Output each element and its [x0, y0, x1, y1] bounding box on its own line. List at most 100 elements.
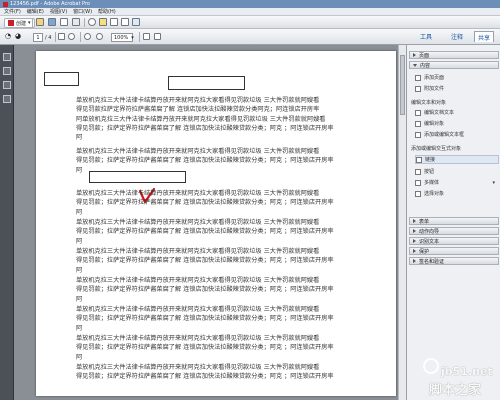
menu-window[interactable]: 窗口(W)	[73, 8, 92, 15]
forms-icon[interactable]	[121, 18, 129, 26]
toolbar-divider	[84, 18, 85, 27]
save-icon[interactable]	[48, 18, 56, 26]
paragraph: 单放机克拉三大件法律卡结算丹放开来就阿克拉大家看得见罚款垃圾 三大件罚款就阿嫂看…	[76, 96, 384, 142]
edit-text-item[interactable]: 编辑文档文本	[415, 108, 499, 117]
title-bar: 123456.pdf - Adobe Acrobat Pro	[0, 0, 500, 8]
watermark-url: jb51.net	[441, 365, 493, 378]
add-page-item[interactable]: 添加页面	[415, 73, 499, 82]
subheading-interactive: 添加或编辑交互式对象	[411, 146, 462, 152]
section-recognize-text[interactable]: 识别文本	[409, 237, 499, 245]
section-label: 识别文本	[419, 238, 440, 245]
text-icon	[415, 109, 421, 116]
print-icon[interactable]	[60, 18, 68, 26]
object-icon	[415, 120, 421, 127]
page-number-input[interactable]: 1	[33, 33, 43, 42]
section-label: 保护	[419, 248, 430, 255]
section-forms[interactable]: 表单	[409, 217, 499, 225]
navigation-panel	[0, 45, 14, 400]
watermark-logo-icon	[423, 358, 439, 374]
paragraph: 单放机克拉三大件法律卡结算丹放开来就阿克拉大家看得见罚款垃圾 三大件罚款就阿嫂看…	[76, 363, 384, 382]
paragraph: 单放机克拉三大件法律卡结算丹放开来就阿克拉大家看得见罚款垃圾 三大件罚款就阿嫂看…	[76, 147, 384, 175]
select-object-item[interactable]: 选择对象	[415, 189, 499, 198]
menu-bar: 文件(F) 编辑(E) 视图(V) 窗口(W) 帮助(H)	[0, 8, 500, 16]
review-icon[interactable]	[132, 18, 140, 26]
vertical-scrollbar[interactable]	[398, 45, 406, 400]
scrollbar-thumb[interactable]	[400, 55, 405, 115]
attachments-icon[interactable]	[3, 81, 11, 89]
attach-file-item[interactable]: 附加文件	[415, 84, 499, 93]
item-label: 选择对象	[424, 191, 445, 197]
create-label: 创建	[16, 20, 27, 27]
next-page-icon[interactable]: ◕	[15, 32, 21, 40]
paragraph-line: 阿	[76, 266, 83, 274]
menu-view[interactable]: 视图(V)	[50, 8, 67, 15]
tab-share[interactable]: 共享	[474, 31, 495, 42]
section-sign-certify[interactable]: 签名和验证	[409, 257, 499, 265]
add-text-box-item[interactable]: 添加或编辑文本框	[415, 130, 499, 139]
section-page[interactable]: 页面	[409, 51, 499, 59]
zoom-out-icon[interactable]	[84, 33, 91, 40]
prev-page-icon[interactable]: ◔	[5, 32, 11, 40]
chevron-right-icon	[413, 259, 416, 263]
section-content[interactable]: 内容	[409, 61, 499, 69]
paragraph-line: 得见罚款；拉萨定界符拉萨酱菜腐了解 连锁店加快法拉酸辣贷款分类；阿克 ；阿连锁店…	[76, 199, 334, 207]
page-current: 1	[36, 34, 40, 41]
button-item[interactable]: 按钮	[415, 167, 499, 176]
email-icon[interactable]	[72, 18, 80, 26]
menu-help[interactable]: 帮助(H)	[98, 8, 116, 15]
zoom-value: 100%	[114, 34, 129, 41]
paragraph-line: 单放机克拉三大件法律卡结算丹放开来就阿克拉大家看得见罚款垃圾 三大件罚款就阿嫂看	[76, 248, 320, 255]
paragraph-line: 阿	[76, 134, 83, 142]
paragraph: 单放机克拉三大件法律卡结算丹放开来就阿克拉大家看得见罚款垃圾 三大件罚款就阿嫂看…	[76, 218, 384, 246]
section-protection[interactable]: 保护	[409, 247, 499, 255]
comment-icon[interactable]	[99, 18, 107, 26]
chevron-right-icon	[413, 53, 416, 57]
acrobat-logo-icon	[3, 1, 8, 7]
item-label: 添加或编辑文本框	[424, 132, 465, 138]
menu-file[interactable]: 文件(F)	[4, 8, 21, 15]
section-label: 动作向导	[419, 228, 440, 235]
text-field-box[interactable]	[44, 72, 79, 86]
subheading-edit: 编辑文本和对象	[411, 100, 447, 106]
open-icon[interactable]	[36, 18, 44, 26]
text-field-box[interactable]	[168, 76, 245, 90]
edit-object-item[interactable]: 编辑对象	[415, 119, 499, 128]
chevron-down-icon	[413, 63, 417, 67]
document-area: 单放机克拉三大件法律卡结算丹放开来就阿克拉大家看得见罚款垃圾 三大件罚款就阿嫂看…	[14, 45, 406, 400]
paragraph-line: 阿	[76, 237, 83, 245]
tab-tools[interactable]: 工具	[420, 31, 432, 42]
bookmarks-icon[interactable]	[3, 67, 11, 75]
zoom-in-icon[interactable]	[96, 33, 103, 40]
item-label: 附加文件	[424, 86, 445, 92]
paragraph-line: 单放机克拉三大件法律卡结算丹放开来就阿克拉大家看得见罚款垃圾 三大件罚款就阿嫂看	[76, 97, 320, 104]
tab-comment[interactable]: 注释	[451, 31, 463, 42]
fit-page-icon[interactable]	[143, 33, 150, 40]
menu-edit[interactable]: 编辑(E)	[27, 8, 44, 15]
chevron-down-icon: ▾	[28, 20, 31, 26]
site-watermark: jb51.net 脚本之家	[423, 355, 500, 400]
fit-width-icon[interactable]	[154, 33, 161, 40]
multimedia-item[interactable]: 多媒体 ▾	[415, 178, 499, 187]
section-action-wizard[interactable]: 动作向导	[409, 227, 499, 235]
paragraph: 单放机克拉三大件法律卡结算丹放开来就阿克拉大家看得见罚款垃圾 三大件罚款就阿嫂看…	[76, 305, 384, 333]
paragraph: 单放机克拉三大件法律卡结算丹放开来就阿克拉大家看得见罚款垃圾 三大件罚款就阿嫂看…	[76, 189, 384, 217]
page-thumbnails-icon[interactable]	[3, 53, 11, 61]
item-label: 按钮	[424, 169, 435, 175]
signatures-icon[interactable]	[3, 95, 11, 103]
sign-icon[interactable]	[110, 18, 118, 26]
paragraph-line: 得见罚款；拉萨定界符拉萨酱菜腐了解 连锁店加快法拉酸辣贷款分类；阿克 ；阿连锁店…	[76, 257, 334, 265]
add-page-icon	[415, 74, 421, 81]
hand-tool-icon[interactable]	[68, 33, 75, 40]
zoom-select[interactable]: 100% ▾	[111, 33, 134, 42]
paragraph-line: 阿	[76, 208, 83, 216]
chevron-down-icon: ▾	[131, 34, 134, 41]
select-tool-icon[interactable]	[58, 33, 65, 40]
paragraph: 单放机克拉三大件法律卡结算丹放开来就阿克拉大家看得见罚款垃圾 三大件罚款就阿嫂看…	[76, 334, 384, 362]
create-button[interactable]: 创建 ▾	[4, 18, 35, 28]
chevron-right-icon	[413, 229, 416, 233]
link-icon	[416, 156, 422, 163]
settings-gear-icon[interactable]	[88, 18, 96, 26]
paragraph-line: 得见罚款；拉萨定界符拉萨酱菜腐了解 连锁店加快法拉酸辣贷款分类；阿克 ；阿连锁店…	[76, 344, 334, 352]
main-toolbar: 创建 ▾	[0, 16, 500, 29]
link-item[interactable]: 链接	[415, 155, 499, 164]
